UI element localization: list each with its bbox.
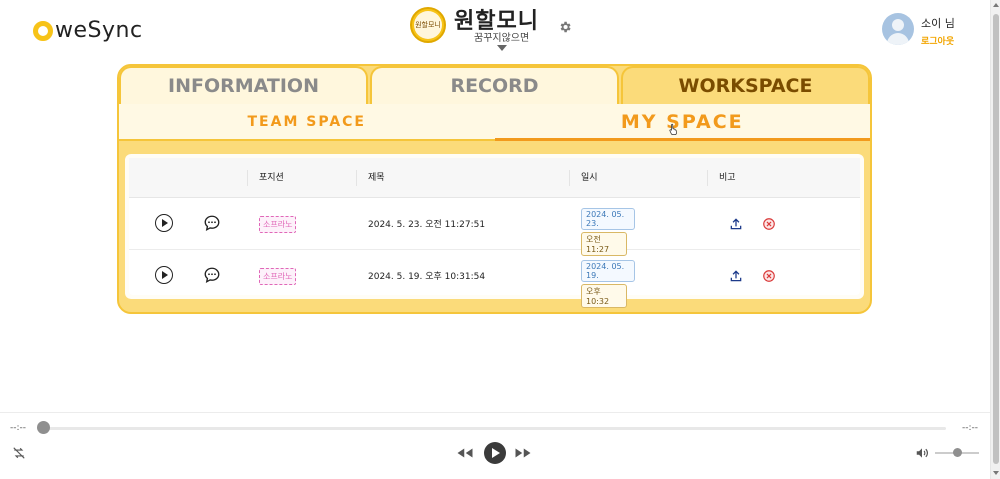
recording-title: 2024. 5. 23. 오전 11:27:51	[368, 220, 486, 230]
logout-button[interactable]: 로그아웃	[921, 34, 954, 47]
recording-table: 포지션 제목 일시 비고 소프라노 2024. 5. 23. 오전 11:27:…	[129, 158, 860, 308]
delete-icon[interactable]	[762, 269, 776, 283]
group-avatar: 원할모니	[410, 7, 446, 43]
logo-text: weSync	[55, 18, 143, 43]
progress-bar[interactable]	[43, 427, 946, 430]
position-badge: 소프라노	[259, 216, 297, 233]
recording-table-card: 포지션 제목 일시 비고 소프라노 2024. 5. 23. 오전 11:27:…	[125, 154, 864, 308]
play-icon[interactable]	[155, 266, 173, 284]
group-avatar-text: 원할모니	[415, 21, 441, 29]
volume-icon[interactable]	[915, 446, 929, 460]
user-profile: 소이 님 로그아웃	[882, 13, 972, 49]
header-datetime: 일시	[581, 173, 598, 183]
current-time: --:--	[10, 423, 27, 433]
repeat-off-icon[interactable]	[12, 446, 26, 460]
scroll-thumb[interactable]	[993, 14, 999, 464]
upload-icon[interactable]	[729, 217, 743, 231]
app-logo[interactable]: weSync	[33, 18, 143, 43]
avatar[interactable]	[882, 13, 914, 45]
hand-cursor-icon	[669, 123, 677, 135]
header-note: 비고	[719, 173, 736, 183]
progress-handle[interactable]	[37, 421, 50, 434]
gear-icon[interactable]	[558, 20, 572, 34]
workspace-panel: INFORMATION RECORD WORKSPACE TEAM SPACE …	[117, 64, 872, 314]
group-subtitle: 꿈꾸지않으면	[474, 33, 530, 44]
position-badge: 소프라노	[259, 268, 297, 285]
header-separator	[356, 170, 357, 186]
table-row: 소프라노 2024. 5. 23. 오전 11:27:51 2024. 05. …	[129, 198, 860, 256]
rewind-icon[interactable]	[456, 447, 474, 459]
play-icon[interactable]	[155, 214, 173, 232]
subtab-my-space[interactable]: MY SPACE	[494, 104, 871, 141]
subtab-team-space[interactable]: TEAM SPACE	[119, 104, 495, 139]
tab-record[interactable]: RECORD	[370, 66, 619, 104]
header-separator	[569, 170, 570, 186]
audio-player: --:-- --:--	[0, 412, 990, 479]
scroll-up-icon[interactable]	[993, 3, 999, 7]
logo-mark	[33, 20, 53, 41]
tab-workspace[interactable]: WORKSPACE	[621, 66, 870, 104]
table-row: 소프라노 2024. 5. 19. 오후 10:31:54 2024. 05. …	[129, 250, 860, 308]
total-time: --:--	[962, 423, 979, 433]
page-scrollbar[interactable]	[990, 0, 1000, 479]
volume-handle[interactable]	[953, 448, 962, 457]
header-position: 포지션	[259, 173, 284, 183]
avatar-head	[892, 19, 904, 31]
datetime-cell: 2024. 05. 19. 오후 10:32	[581, 260, 635, 308]
user-name: 소이 님	[921, 17, 955, 30]
header-title: 제목	[368, 173, 385, 183]
main-tabs: INFORMATION RECORD WORKSPACE	[119, 66, 870, 104]
time-badge: 오후 10:32	[581, 284, 627, 308]
group-selector[interactable]: 원할모니 원할모니 꿈꾸지않으면	[410, 5, 590, 53]
recording-title: 2024. 5. 19. 오후 10:31:54	[368, 272, 486, 282]
table-header: 포지션 제목 일시 비고	[129, 158, 860, 198]
sub-tabs: TEAM SPACE MY SPACE	[119, 104, 870, 141]
avatar-body	[887, 33, 909, 45]
play-button[interactable]	[484, 442, 506, 464]
chevron-down-icon[interactable]	[497, 45, 507, 51]
header-separator	[247, 170, 248, 186]
date-badge: 2024. 05. 19.	[581, 260, 635, 282]
delete-icon[interactable]	[762, 217, 776, 231]
fast-forward-icon[interactable]	[514, 447, 532, 459]
tab-information[interactable]: INFORMATION	[119, 66, 368, 104]
group-avatar-logo: 원할모니	[414, 11, 442, 39]
datetime-cell: 2024. 05. 23. 오전 11:27	[581, 208, 635, 256]
scroll-down-icon[interactable]	[993, 471, 999, 475]
comment-icon[interactable]	[203, 266, 221, 284]
comment-icon[interactable]	[203, 214, 221, 232]
date-badge: 2024. 05. 23.	[581, 208, 635, 230]
header-separator	[707, 170, 708, 186]
upload-icon[interactable]	[729, 269, 743, 283]
